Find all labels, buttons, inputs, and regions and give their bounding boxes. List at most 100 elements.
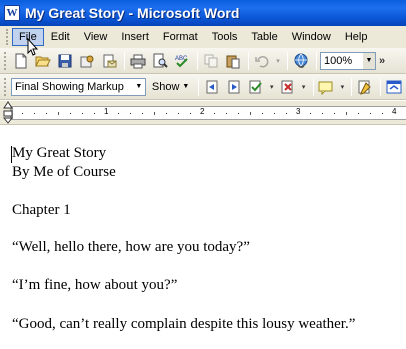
toolbar-separator (316, 51, 317, 70)
mouse-pointer-icon (27, 37, 39, 59)
document-title-line[interactable]: My Great Story (12, 145, 106, 162)
menu-bar-grip[interactable] (6, 29, 9, 45)
menu-format[interactable]: Format (156, 28, 205, 46)
ruler-number: 4 (392, 107, 397, 116)
ruler-number: 1 (104, 107, 109, 116)
reject-change-icon[interactable] (278, 77, 298, 97)
word-app-icon[interactable]: W (4, 5, 20, 21)
toolbar-separator (197, 51, 198, 70)
ruler-tick (118, 113, 119, 114)
copy-icon[interactable] (201, 51, 221, 71)
comment-dropdown-icon[interactable]: ▾ (338, 77, 346, 97)
toolbar-separator (287, 51, 288, 70)
document-chapter-heading[interactable]: Chapter 1 (12, 202, 71, 219)
ruler-tick (178, 113, 179, 114)
ruler-tick (274, 113, 275, 114)
reject-dropdown-icon[interactable]: ▾ (300, 77, 308, 97)
accept-dropdown-icon[interactable]: ▾ (268, 77, 276, 97)
next-change-icon[interactable] (224, 77, 244, 97)
ruler-tick (310, 113, 311, 114)
toolbar-separator (248, 51, 249, 70)
menu-window[interactable]: Window (285, 28, 338, 46)
ruler-tick (34, 113, 35, 114)
menu-view[interactable]: View (77, 28, 115, 46)
email-icon[interactable] (99, 51, 119, 71)
ruler-tick (58, 112, 59, 115)
zoom-combobox[interactable]: 100% ▼ (320, 51, 376, 70)
toolbar-separator (312, 77, 314, 96)
show-label: Show (151, 80, 180, 93)
document-paragraph[interactable]: “Well, hello there, how are you today?” (12, 239, 250, 256)
title-bar[interactable]: W My Great Story - Microsoft Word (0, 0, 406, 26)
window-title: My Great Story - Microsoft Word (25, 5, 240, 21)
zoom-value: 100% (324, 54, 353, 67)
toolbar-options-chevron[interactable]: » (379, 55, 385, 67)
indent-marker-icon[interactable] (2, 100, 14, 129)
horizontal-ruler[interactable]: 1 2 3 4 (0, 101, 406, 125)
ruler-tick (154, 112, 155, 115)
accept-change-icon[interactable] (246, 77, 266, 97)
toolbar-grip[interactable] (4, 77, 7, 96)
ruler-tick (94, 113, 95, 114)
document-byline[interactable]: By Me of Course (12, 164, 116, 181)
menu-insert[interactable]: Insert (114, 28, 156, 46)
menu-edit[interactable]: Edit (44, 28, 77, 46)
ruler-tick (286, 113, 287, 114)
insert-comment-icon[interactable] (317, 77, 337, 97)
ruler-tick (382, 113, 383, 114)
paste-icon[interactable] (223, 51, 243, 71)
ruler-tick (22, 113, 23, 114)
menu-table[interactable]: Table (244, 28, 284, 46)
undo-icon[interactable] (252, 51, 272, 71)
zoom-dropdown-arrow[interactable]: ▼ (363, 52, 375, 69)
ruler-tick (166, 113, 167, 114)
display-for-review-dropdown-arrow[interactable]: ▼ (133, 79, 145, 95)
ruler-scale[interactable]: 1 2 3 4 (10, 106, 406, 120)
toolbar-separator (351, 77, 353, 96)
ruler-tick (370, 113, 371, 114)
ruler-tick (250, 112, 251, 115)
insert-hyperlink-icon[interactable] (291, 51, 311, 71)
ruler-tick (346, 112, 347, 115)
undo-dropdown-icon[interactable]: ▾ (274, 51, 282, 71)
document-paragraph[interactable]: “I’m fine, how about you?” (12, 277, 177, 294)
menu-bar: File Edit View Insert Format Tools Table… (0, 26, 406, 48)
document-body[interactable]: My Great Story By Me of Course Chapter 1… (0, 126, 406, 349)
spelling-icon[interactable]: ABC (172, 51, 192, 71)
ruler-tick (238, 113, 239, 114)
ruler-tick (226, 113, 227, 114)
track-changes-icon[interactable] (355, 77, 375, 97)
menu-tools[interactable]: Tools (205, 28, 245, 46)
standard-toolbar: ABC ▾ 100% ▼ » (0, 48, 406, 74)
ruler-tick (214, 113, 215, 114)
toolbar-grip[interactable] (4, 51, 7, 70)
toolbar-separator (124, 51, 125, 70)
document-paragraph[interactable]: “Good, can’t really complain despite thi… (12, 316, 355, 333)
toolbar-separator (198, 77, 200, 96)
display-for-review-combobox[interactable]: Final Showing Markup ▼ (10, 77, 146, 96)
ruler-tick (70, 113, 71, 114)
permission-icon[interactable] (77, 51, 97, 71)
ruler-tick (334, 113, 335, 114)
ruler-tick (262, 113, 263, 114)
menu-help[interactable]: Help (338, 28, 375, 46)
reviewing-toolbar: Final Showing Markup ▼ Show ▼ ▾ ▾ ▾ (0, 74, 406, 100)
show-menu-button[interactable]: Show ▼ (152, 81, 189, 93)
ruler-tick (358, 113, 359, 114)
previous-change-icon[interactable] (202, 77, 222, 97)
ruler-number: 2 (200, 107, 205, 116)
print-icon[interactable] (128, 51, 148, 71)
word-app-icon-letter: W (6, 7, 18, 19)
print-preview-icon[interactable] (150, 51, 170, 71)
ruler-tick (142, 113, 143, 114)
ruler-tick (190, 113, 191, 114)
ruler-tick (322, 113, 323, 114)
ruler-tick (82, 113, 83, 114)
reviewing-pane-icon[interactable] (384, 77, 404, 97)
save-icon[interactable] (55, 51, 75, 71)
show-dropdown-icon: ▼ (182, 83, 190, 90)
display-for-review-value: Final Showing Markup (14, 80, 124, 93)
toolbar-separator (380, 77, 382, 96)
ruler-number: 3 (296, 107, 301, 116)
ruler-tick (46, 113, 47, 114)
